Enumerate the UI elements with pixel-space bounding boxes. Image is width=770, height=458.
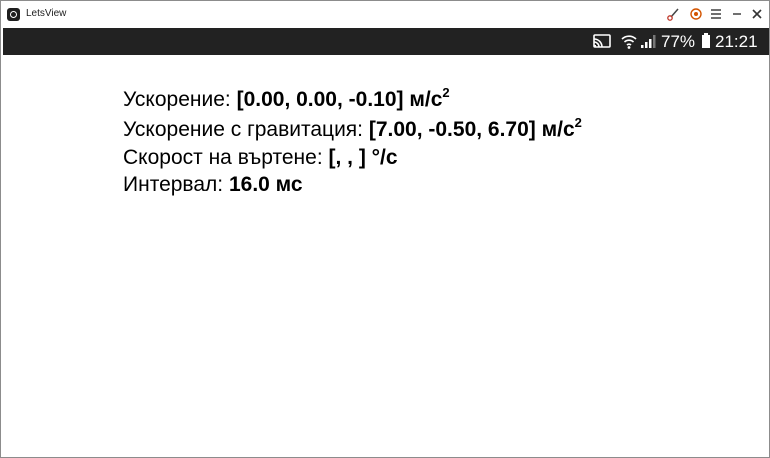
- letsview-logo-icon: [7, 8, 20, 21]
- acceleration-gravity-unit: м/с: [535, 118, 575, 141]
- rotation-speed-value: [, , ]: [328, 146, 366, 169]
- acceleration-gravity-value: [7.00, -0.50, 6.70]: [368, 118, 536, 141]
- clock-time: 21:21: [715, 32, 758, 51]
- minimize-icon[interactable]: [728, 6, 746, 22]
- acceleration-value: [0.00, 0.00, -0.10]: [236, 88, 404, 111]
- rotation-speed-label: Скорост на въртене:: [123, 146, 329, 169]
- title-bar: LetsView: [1, 1, 769, 28]
- interval-row: Интервал: 16.0 мс: [123, 173, 303, 197]
- interval-label: Интервал:: [123, 173, 229, 196]
- acceleration-gravity-label: Ускорение с гравитация:: [123, 118, 369, 141]
- sensor-readings-screen: Ускорение: [0.00, 0.00, -0.10] м/с2 Уско…: [3, 55, 769, 455]
- acceleration-unit-exponent: 2: [442, 85, 450, 100]
- brush-icon[interactable]: [665, 6, 683, 22]
- cast-icon: [591, 28, 613, 55]
- acceleration-unit: м/с: [403, 88, 443, 111]
- window-title: LetsView: [26, 8, 67, 19]
- rotation-speed-unit: °/с: [365, 146, 398, 169]
- close-icon[interactable]: [748, 6, 766, 22]
- acceleration-gravity-unit-exponent: 2: [574, 115, 582, 130]
- android-status-bar: 77% 21:21: [3, 28, 769, 55]
- menu-icon[interactable]: [707, 6, 725, 22]
- rotation-speed-row: Скорост на въртене: [, , ] °/с: [123, 146, 398, 170]
- wifi-icon: [620, 28, 638, 55]
- record-icon[interactable]: [687, 6, 705, 22]
- acceleration-row: Ускорение: [0.00, 0.00, -0.10] м/с2: [123, 85, 450, 112]
- acceleration-gravity-row: Ускорение с гравитация: [7.00, -0.50, 6.…: [123, 115, 582, 142]
- battery-percentage: 77%: [661, 32, 696, 51]
- interval-value: 16.0 мс: [228, 173, 303, 196]
- battery-icon: [700, 28, 712, 55]
- acceleration-label: Ускорение:: [123, 88, 237, 111]
- signal-icon: [639, 28, 659, 55]
- letsview-window: LetsView 77% 21:21 Ускорение: [0.00, 0.0…: [0, 0, 770, 458]
